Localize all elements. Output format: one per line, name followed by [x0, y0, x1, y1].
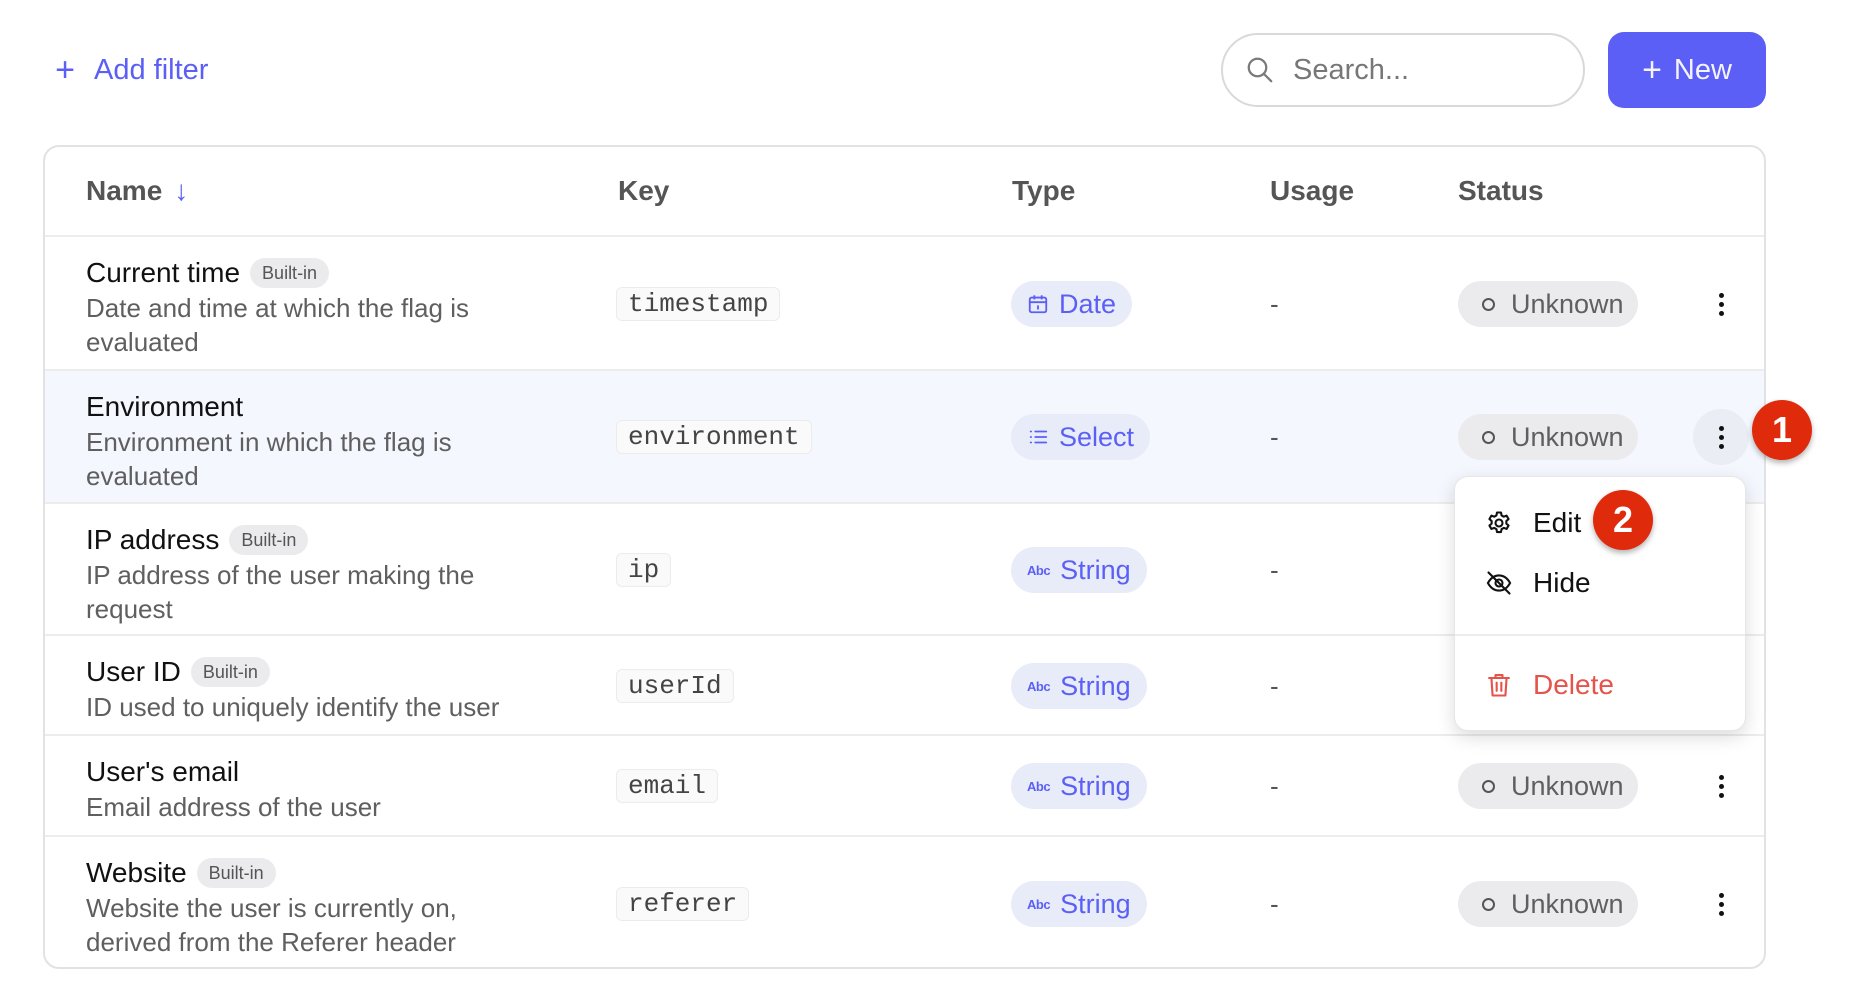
column-header-status[interactable]: Status	[1458, 175, 1544, 207]
attribute-description: Date and time at which the flag is evalu…	[86, 293, 469, 357]
status-label: Unknown	[1511, 770, 1624, 801]
usage-value: -	[1270, 289, 1279, 319]
search-input[interactable]	[1293, 53, 1553, 87]
attribute-description: ID used to uniquely identify the user	[86, 692, 500, 722]
builtin-badge: Built-in	[229, 525, 309, 555]
status-label: Unknown	[1511, 421, 1624, 452]
name-cell: IP address Built-in IP address of the us…	[86, 522, 566, 626]
attribute-name: Environment	[86, 391, 244, 422]
attribute-key: userId	[616, 669, 734, 703]
usage-value: -	[1270, 422, 1279, 452]
row-actions-button[interactable]	[1693, 276, 1749, 332]
builtin-badge: Built-in	[250, 258, 330, 288]
abc-icon: Abc	[1027, 678, 1051, 694]
builtin-badge: Built-in	[190, 657, 270, 687]
new-button-label: New	[1673, 53, 1732, 86]
type-badge: Abc String	[1011, 763, 1147, 809]
usage-value: -	[1270, 771, 1279, 801]
search-box[interactable]	[1221, 33, 1585, 107]
calendar-icon	[1028, 295, 1048, 314]
menu-item-label: Hide	[1533, 567, 1591, 598]
attribute-key: referer	[616, 887, 750, 921]
type-badge: Abc String	[1011, 663, 1147, 709]
column-header-type[interactable]: Type	[1012, 175, 1075, 207]
attribute-name: User's email	[86, 756, 240, 787]
menu-item-delete[interactable]: Delete	[1455, 660, 1745, 710]
sort-arrow-down-icon: ↓	[174, 175, 189, 206]
type-badge: Select	[1011, 414, 1151, 460]
column-header-usage[interactable]: Usage	[1270, 175, 1354, 207]
status-badge: Unknown	[1458, 763, 1638, 809]
table-row[interactable]: Website Built-in Website the user is cur…	[45, 837, 1764, 967]
attribute-description: Website the user is currently on, derive…	[86, 893, 457, 957]
type-badge: Abc String	[1011, 881, 1147, 927]
status-ring-icon	[1482, 297, 1495, 311]
status-label: Unknown	[1511, 288, 1624, 319]
usage-value: -	[1270, 671, 1279, 701]
search-icon	[1247, 57, 1273, 83]
name-cell: User's email Email address of the user	[86, 754, 566, 824]
menu-item-label: Delete	[1533, 669, 1614, 700]
type-badge: Abc String	[1011, 547, 1147, 593]
callout-badge-1: 1	[1752, 400, 1812, 460]
status-ring-icon	[1482, 779, 1495, 793]
type-label: String	[1060, 770, 1131, 801]
plus-icon: +	[1642, 51, 1662, 89]
attribute-name: Current time	[86, 257, 241, 288]
name-cell: Environment Environment in which the fla…	[86, 389, 566, 493]
abc-icon: Abc	[1027, 562, 1051, 578]
attribute-description: Email address of the user	[86, 792, 381, 822]
attribute-description: Environment in which the flag is evaluat…	[86, 427, 452, 491]
table-row[interactable]: Current time Built-in Date and time at w…	[45, 237, 1764, 371]
type-label: String	[1060, 554, 1131, 585]
type-label: String	[1060, 670, 1131, 701]
status-ring-icon	[1482, 430, 1495, 444]
trash-icon	[1488, 674, 1510, 697]
status-badge: Unknown	[1458, 414, 1638, 460]
list-icon	[1029, 430, 1048, 444]
attribute-name: Website	[86, 857, 187, 888]
row-actions-button[interactable]	[1693, 409, 1749, 465]
type-label: Select	[1059, 421, 1135, 452]
plus-icon: +	[55, 51, 75, 89]
name-cell: User ID Built-in ID used to uniquely ide…	[86, 654, 566, 724]
row-actions-button[interactable]	[1693, 876, 1749, 932]
add-filter-button[interactable]: + Add filter	[52, 50, 208, 90]
status-badge: Unknown	[1458, 281, 1638, 327]
name-cell: Current time Built-in Date and time at w…	[86, 255, 566, 359]
attribute-key: ip	[616, 553, 672, 587]
attribute-key: email	[616, 769, 719, 803]
attribute-name: User ID	[86, 656, 181, 687]
type-label: Date	[1059, 288, 1117, 319]
callout-badge-2: 2	[1593, 490, 1653, 550]
menu-item-hide[interactable]: Hide	[1455, 558, 1745, 608]
gear-icon	[1488, 511, 1510, 534]
eye-off-icon	[1486, 571, 1512, 595]
attribute-key: timestamp	[616, 287, 781, 321]
type-label: String	[1060, 888, 1131, 919]
status-badge: Unknown	[1458, 881, 1638, 927]
status-ring-icon	[1482, 897, 1495, 911]
row-actions-button[interactable]	[1693, 758, 1749, 814]
usage-value: -	[1270, 889, 1279, 919]
add-filter-label: Add filter	[94, 53, 209, 86]
status-label: Unknown	[1511, 888, 1624, 919]
column-header-name[interactable]: Name ↓	[86, 175, 188, 207]
abc-icon: Abc	[1027, 896, 1051, 912]
column-header-key[interactable]: Key	[618, 175, 669, 207]
column-header-label: Name	[86, 175, 163, 206]
builtin-badge: Built-in	[196, 858, 276, 888]
type-badge: Date	[1011, 281, 1133, 327]
usage-value: -	[1270, 555, 1279, 585]
attribute-name: IP address	[86, 524, 220, 555]
attribute-key: environment	[616, 420, 812, 454]
menu-divider	[1455, 634, 1745, 636]
table-header: Name ↓ Key Type Usage Status	[45, 147, 1764, 237]
table-row[interactable]: User's email Email address of the user e…	[45, 736, 1764, 837]
new-button[interactable]: + New	[1608, 32, 1766, 108]
abc-icon: Abc	[1027, 778, 1051, 794]
name-cell: Website Built-in Website the user is cur…	[86, 855, 566, 959]
menu-item-label: Edit	[1533, 507, 1582, 538]
attribute-description: IP address of the user making the reques…	[86, 560, 475, 624]
